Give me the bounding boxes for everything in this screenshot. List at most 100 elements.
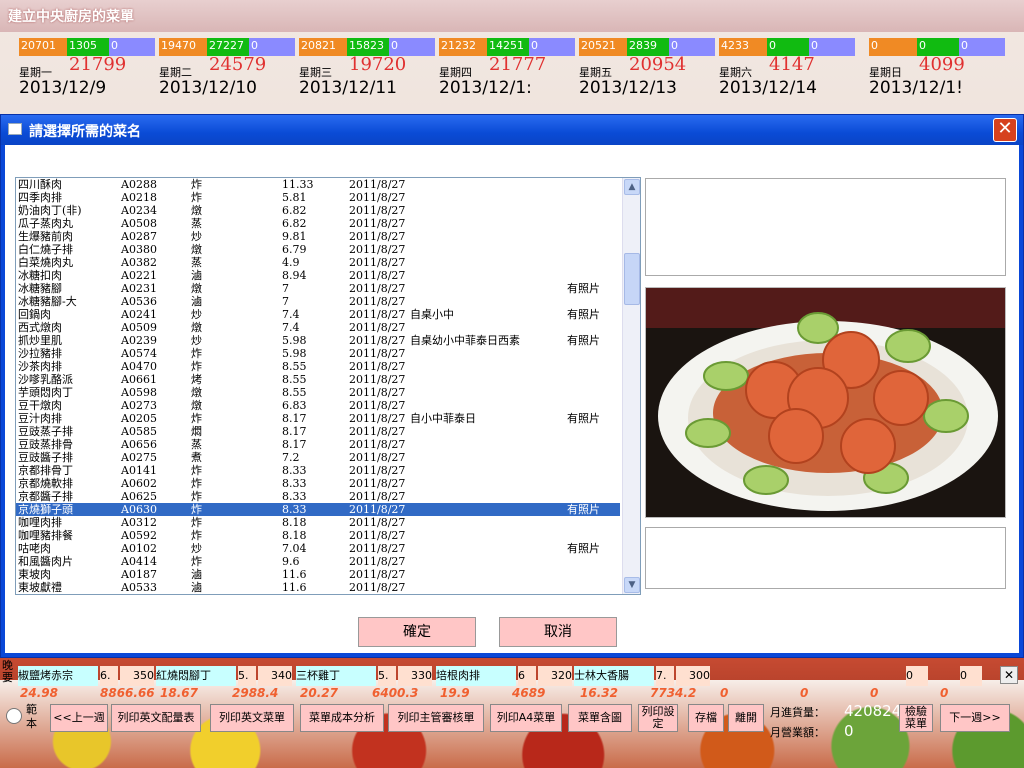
menu-with-image-button[interactable]: 菜單含圖 — [568, 704, 632, 732]
leave-button[interactable]: 離開 — [728, 704, 764, 732]
dish-row[interactable]: 白仁燒子排 A0380 燉 6.79 2011/8/27 — [16, 243, 620, 256]
day-date[interactable]: 2013/12/9 — [19, 78, 159, 98]
dish-cell: 自桌幼小中菲泰日西素 — [410, 334, 520, 347]
dish-row[interactable]: 豆豉醬子排 A0275 煮 7.2 2011/8/27 — [16, 451, 620, 464]
scroll-down-arrow-icon[interactable]: ▼ — [624, 577, 640, 593]
dish-row[interactable]: 白菜燒肉丸 A0382 蒸 4.9 2011/8/27 — [16, 256, 620, 269]
dish-row[interactable]: 瓜子蒸肉丸 A0508 蒸 6.82 2011/8/27 — [16, 217, 620, 230]
meal-count[interactable]: 330 — [398, 666, 432, 686]
save-button[interactable]: 存檔 — [688, 704, 724, 732]
note-box-top[interactable] — [645, 178, 1006, 276]
dish-row[interactable]: 芋頭悶肉丁 A0598 燉 8.55 2011/8/27 — [16, 386, 620, 399]
day-date[interactable]: 2013/12/13 — [579, 78, 719, 98]
day-bar-value: 20821 — [299, 38, 347, 56]
sample-radio[interactable] — [6, 708, 22, 724]
meal-qty[interactable]: 5. — [238, 666, 256, 686]
dish-row[interactable]: 東坡獻禮 A0533 滷 11.6 2011/8/27 — [16, 581, 620, 594]
dish-cell: 冰糖豬腳 — [18, 282, 62, 295]
dish-cell: 蒸 — [191, 256, 202, 269]
dish-row[interactable]: 京都醬子排 A0625 炸 8.33 2011/8/27 — [16, 490, 620, 503]
dish-cell: 2011/8/27 — [349, 529, 406, 542]
dish-row[interactable]: 和風醬肉片 A0414 炸 9.6 2011/8/27 — [16, 555, 620, 568]
ok-button[interactable]: 確定 — [358, 617, 476, 647]
meal-name[interactable]: 三杯雞丁 — [296, 666, 376, 686]
dish-cell: 東坡獻禮 — [18, 581, 62, 594]
close-icon[interactable]: ✕ — [1000, 666, 1018, 684]
dish-row[interactable]: 沙嗲乳酪派 A0661 烤 8.55 2011/8/27 — [16, 373, 620, 386]
dish-cell: A0380 — [121, 243, 157, 256]
meal-count[interactable]: 340 — [258, 666, 292, 686]
day-column: 星期六 4147 2013/12/14 — [719, 54, 859, 100]
day-date[interactable]: 2013/12/10 — [159, 78, 299, 98]
day-date[interactable]: 2013/12/1! — [869, 78, 1009, 98]
dish-row[interactable]: 冰糖豬腳 A0231 燉 7 2011/8/27 有照片 — [16, 282, 620, 295]
dish-row[interactable]: 回鍋肉 A0241 炒 7.4 2011/8/27 自桌小中 有照片 — [16, 308, 620, 321]
note-box-bottom[interactable] — [645, 527, 1006, 589]
dish-row[interactable]: 西式燉肉 A0509 燉 7.4 2011/8/27 — [16, 321, 620, 334]
day-column: 星期五 20954 2013/12/13 — [579, 54, 719, 100]
print-english-menu-button[interactable]: 列印英文菜單 — [210, 704, 294, 732]
meal-qty[interactable]: 7. — [656, 666, 674, 686]
dish-row[interactable]: 沙茶肉排 A0470 炸 8.55 2011/8/27 — [16, 360, 620, 373]
dish-cell: 2011/8/27 — [349, 321, 406, 334]
dish-row[interactable]: 四季肉排 A0218 炸 5.81 2011/8/27 — [16, 191, 620, 204]
dish-cell: A0630 — [121, 503, 157, 516]
dish-row[interactable]: 京都排骨丁 A0141 炸 8.33 2011/8/27 — [16, 464, 620, 477]
dish-row[interactable]: 豆干燉肉 A0273 燉 6.83 2011/8/27 — [16, 399, 620, 412]
dish-cell: 京燒獅子頭 — [18, 503, 73, 516]
prev-week-button[interactable]: <<上一週 — [50, 704, 108, 732]
dish-row[interactable]: 咖哩豬排餐 A0592 炸 8.18 2011/8/27 — [16, 529, 620, 542]
meal-zero[interactable]: 0 — [906, 666, 928, 686]
dish-row[interactable]: 東坡肉 A0187 滷 11.6 2011/8/27 — [16, 568, 620, 581]
meal-count[interactable]: 350 — [120, 666, 154, 686]
meal-name[interactable]: 紅燒悶腳丁 — [156, 666, 236, 686]
dish-row[interactable]: 京都燒軟排 A0602 炸 8.33 2011/8/27 — [16, 477, 620, 490]
scroll-thumb[interactable] — [624, 253, 640, 305]
check-menu-button[interactable]: 檢驗菜單 — [899, 704, 933, 732]
dish-row[interactable]: 抓炒里肌 A0239 炒 5.98 2011/8/27 自桌幼小中菲泰日西素 有照片 — [16, 334, 620, 347]
next-week-button[interactable]: 下一週>> — [940, 704, 1010, 732]
meal-count[interactable]: 300 — [676, 666, 710, 686]
dish-row[interactable]: 咕咾肉 A0102 炒 7.04 2011/8/27 有照片 — [16, 542, 620, 555]
dish-cell: 2011/8/27 — [349, 555, 406, 568]
print-review-button[interactable]: 列印主管審核單 — [388, 704, 484, 732]
dish-row[interactable]: 豆豉蒸子排 A0585 燜 8.17 2011/8/27 — [16, 425, 620, 438]
meal-name[interactable]: 士林大香腸 — [574, 666, 654, 686]
dish-list[interactable]: 四川酥肉 A0288 炸 11.33 2011/8/27 四季肉排 A0218 炸 5.81 20… — [15, 177, 641, 595]
print-setup-button[interactable]: 列印設定 — [638, 704, 678, 732]
close-button[interactable]: ✕ — [993, 118, 1017, 142]
dish-row[interactable]: 奶油肉丁(非) A0234 燉 6.82 2011/8/27 — [16, 204, 620, 217]
dish-cell: 蒸 — [191, 217, 202, 230]
meal-qty[interactable]: 6. — [100, 666, 118, 686]
dish-cell: 6.79 — [282, 243, 307, 256]
print-english-table-button[interactable]: 列印英文配量表 — [111, 704, 201, 732]
day-date[interactable]: 2013/12/1: — [439, 78, 579, 98]
dish-row[interactable]: 四川酥肉 A0288 炸 11.33 2011/8/27 — [16, 178, 620, 191]
vertical-scrollbar[interactable]: ▲ ▼ — [622, 178, 640, 594]
dish-cell: 咖哩肉排 — [18, 516, 62, 529]
dish-row[interactable]: 咖哩肉排 A0312 炸 8.18 2011/8/27 — [16, 516, 620, 529]
scroll-up-arrow-icon[interactable]: ▲ — [624, 179, 640, 195]
print-a4-button[interactable]: 列印A4菜單 — [490, 704, 562, 732]
dish-row[interactable]: 沙拉豬排 A0574 炸 5.98 2011/8/27 — [16, 347, 620, 360]
meal-name[interactable]: 椒鹽烤赤宗 — [18, 666, 98, 686]
dish-row[interactable]: 冰糖扣肉 A0221 滷 8.94 2011/8/27 — [16, 269, 620, 282]
meal-zero[interactable]: 0 — [960, 666, 982, 686]
dish-row[interactable]: 豆豉蒸排骨 A0656 蒸 8.17 2011/8/27 — [16, 438, 620, 451]
dish-cell: 炸 — [191, 555, 202, 568]
meal-name[interactable]: 培根肉排 — [436, 666, 516, 686]
dish-row[interactable]: 生爆豬前肉 A0287 炒 9.81 2011/8/27 — [16, 230, 620, 243]
dish-cell: 2011/8/27 — [349, 282, 406, 295]
cancel-button[interactable]: 取消 — [499, 617, 617, 647]
dish-row[interactable]: 冰糖豬腳-大 A0536 滷 7 2011/8/27 — [16, 295, 620, 308]
meal-qty[interactable]: 6 — [518, 666, 536, 686]
dish-row[interactable]: 京燒獅子頭 A0630 炸 8.33 2011/8/27 有照片 — [16, 503, 620, 516]
cost-analysis-button[interactable]: 菜單成本分析 — [300, 704, 384, 732]
dish-row[interactable]: 豆汁肉排 A0205 炸 8.17 2011/8/27 自小中菲泰日 有照片 — [16, 412, 620, 425]
day-date[interactable]: 2013/12/11 — [299, 78, 439, 98]
meal-count[interactable]: 320 — [538, 666, 572, 686]
meal-qty[interactable]: 5. — [378, 666, 396, 686]
day-date[interactable]: 2013/12/14 — [719, 78, 859, 98]
dish-cell: 東坡肉 — [18, 568, 51, 581]
dish-cell: 2011/8/27 — [349, 178, 406, 191]
